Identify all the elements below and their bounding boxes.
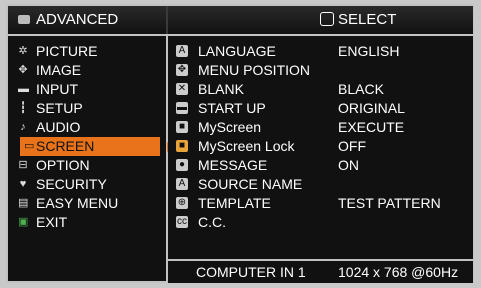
language-icon: A (176, 45, 188, 57)
row-language[interactable]: A LANGUAGE ENGLISH (168, 42, 473, 61)
sidebar-item-label: SCREEN (36, 138, 95, 154)
row-label: C.C. (198, 214, 226, 230)
setup-icon: ┇ (19, 102, 27, 114)
row-label: SOURCE NAME (198, 176, 303, 192)
row-label: MESSAGE (198, 157, 268, 173)
blank-icon: ✕ (176, 83, 188, 95)
header-title-area: ADVANCED MENU (8, 6, 168, 56)
row-value: EXECUTE (338, 119, 405, 135)
row-blank[interactable]: ✕ BLANK BLACK (168, 80, 473, 99)
row-label: LANGUAGE (198, 43, 276, 59)
image-icon: ✥ (18, 64, 28, 76)
row-myscreen-lock[interactable]: ■ MyScreen Lock OFF (168, 137, 473, 156)
row-menu-position[interactable]: ✥ MENU POSITION (168, 61, 473, 80)
input-resolution: 1024 x 768 @60Hz (338, 264, 459, 280)
option-icon: ⊟ (18, 159, 28, 171)
exit-icon: ▣ (18, 216, 29, 228)
template-icon: ⊕ (176, 197, 188, 209)
menu-icon (18, 15, 30, 24)
row-label: MENU POSITION (198, 62, 311, 78)
row-start-up[interactable]: ▬ START UP ORIGINAL (168, 99, 473, 118)
sidebar-item-easy-menu[interactable]: ▤ EASY MENU (8, 194, 166, 213)
sidebar-item-label: SECURITY (36, 176, 107, 192)
menu-header: ADVANCED MENU SELECT (8, 6, 473, 56)
start-up-icon: ▬ (176, 102, 188, 114)
sidebar-item-label: EXIT (36, 214, 68, 230)
input-icon: ▬ (18, 83, 29, 95)
sidebar-item-input[interactable]: ▬ INPUT (8, 80, 166, 99)
input-source: COMPUTER IN 1 (196, 264, 306, 280)
cc-icon: cc (176, 216, 188, 228)
menu-position-icon: ✥ (176, 64, 188, 76)
sidebar: ✲ PICTURE ✥ IMAGE ▬ INPUT ┇ SETUP ♪ AUDI… (8, 36, 174, 281)
sidebar-item-label: OPTION (36, 157, 90, 173)
row-template[interactable]: ⊕ TEMPLATE TEST PATTERN (168, 194, 473, 213)
row-source-name[interactable]: A SOURCE NAME (168, 175, 473, 194)
message-icon: ● (176, 159, 188, 171)
row-value: ENGLISH (338, 43, 400, 59)
row-myscreen[interactable]: ■ MyScreen EXECUTE (168, 118, 473, 137)
status-footer: COMPUTER IN 1 1024 x 768 @60Hz (168, 261, 473, 283)
sidebar-item-label: AUDIO (36, 119, 81, 135)
row-value: BLACK (338, 81, 384, 97)
row-label: MyScreen Lock (198, 138, 295, 154)
picture-icon: ✲ (18, 45, 28, 57)
sidebar-item-security[interactable]: ♥ SECURITY (8, 175, 166, 194)
settings-panel: A LANGUAGE ENGLISH ✥ MENU POSITION ✕ BLA… (168, 36, 473, 259)
sidebar-item-picture[interactable]: ✲ PICTURE (8, 42, 166, 61)
myscreen-icon: ■ (176, 121, 188, 133)
sidebar-item-exit[interactable]: ▣ EXIT (8, 213, 166, 232)
row-label: MyScreen (198, 119, 262, 135)
row-label: START UP (198, 100, 266, 116)
select-icon (320, 12, 334, 26)
sidebar-item-screen[interactable]: ▭ SCREEN (20, 137, 174, 156)
row-cc[interactable]: cc C.C. (168, 213, 473, 232)
sidebar-item-setup[interactable]: ┇ SETUP (8, 99, 166, 118)
security-icon: ♥ (19, 178, 27, 190)
row-label: BLANK (198, 81, 244, 97)
source-name-icon: A (176, 178, 188, 190)
row-label: TEMPLATE (198, 195, 271, 211)
sidebar-item-label: PICTURE (36, 43, 98, 59)
row-value: OFF (338, 138, 366, 154)
sidebar-item-label: IMAGE (36, 62, 82, 78)
myscreen-lock-icon: ■ (176, 140, 188, 152)
sidebar-item-option[interactable]: ⊟ OPTION (8, 156, 166, 175)
sidebar-item-label: EASY MENU (36, 195, 119, 211)
row-value: ORIGINAL (338, 100, 405, 116)
row-value: ON (338, 157, 359, 173)
osd-menu: ADVANCED MENU SELECT ✲ PICTURE ✥ IMAGE ▬… (0, 0, 481, 288)
sidebar-item-label: INPUT (36, 81, 78, 97)
audio-icon: ♪ (20, 121, 26, 133)
select-label: SELECT (338, 11, 397, 28)
easy-menu-icon: ▤ (18, 197, 29, 209)
row-value: TEST PATTERN (338, 195, 441, 211)
sidebar-item-label: SETUP (36, 100, 83, 116)
sidebar-item-image[interactable]: ✥ IMAGE (8, 61, 166, 80)
screen-icon: ▭ (24, 140, 35, 152)
header-select-area: SELECT (168, 6, 473, 34)
row-message[interactable]: ● MESSAGE ON (168, 156, 473, 175)
sidebar-item-audio[interactable]: ♪ AUDIO (8, 118, 166, 137)
